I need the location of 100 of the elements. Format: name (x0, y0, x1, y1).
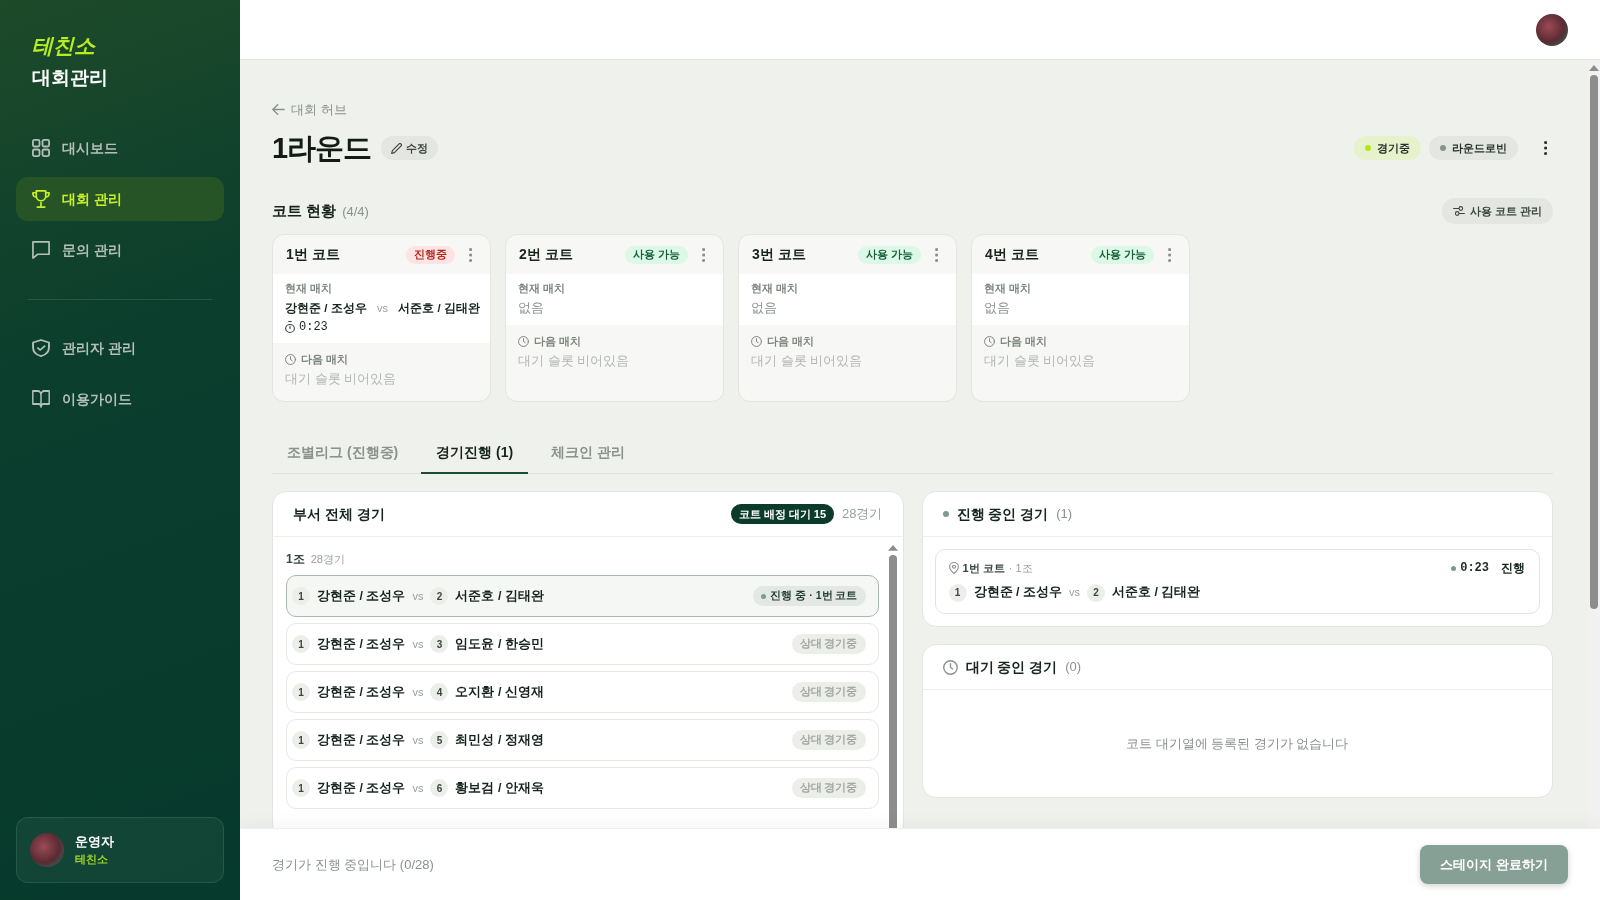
field-label: 현재 매치 (751, 281, 800, 296)
progress-status: 경기가 진행 중입니다 (0/28) (272, 855, 434, 874)
seed-number: 6 (430, 779, 449, 797)
panel-count: (0) (1065, 658, 1082, 677)
scroll-up-arrow-icon[interactable] (887, 545, 898, 551)
vs-label: vs (1068, 585, 1080, 601)
panel-title: 진행 중인 경기 (956, 504, 1049, 524)
seed-number: 1 (292, 731, 310, 749)
scroll-up-arrow-icon[interactable] (1589, 65, 1599, 71)
team-name: 서준호 / 김태완 (398, 301, 480, 316)
panel-count: (1) (1056, 505, 1073, 524)
nav-item[interactable]: 대회 관리 (16, 177, 224, 221)
clock-icon (751, 335, 762, 347)
scrollbar-thumb[interactable] (1590, 75, 1598, 609)
field-label: 현재 매치 (984, 281, 1033, 296)
court-card[interactable]: 2번 코트 사용 가능 현재 매치 없음 다음 매치 대기 슬롯 비어있음 (505, 234, 724, 402)
team-name: 오지환 / 신영재 (455, 683, 544, 701)
court-status-badge: 진행중 (405, 245, 455, 264)
team-name: 강현준 / 조성우 (317, 587, 406, 605)
nav-item[interactable]: 대시보드 (16, 126, 224, 170)
empty-value: 대기 슬롯 비어있음 (751, 352, 864, 370)
seed-number: 1 (292, 635, 310, 653)
section-count: (4/4) (342, 202, 369, 221)
team-name: 강현준 / 조성우 (285, 301, 367, 316)
field-label: 다음 매치 (534, 334, 582, 349)
scrollbar-thumb[interactable] (888, 554, 897, 828)
vs-label: vs (412, 684, 424, 700)
vs-label: vs (377, 301, 388, 316)
user-name: 운영자 (75, 833, 114, 851)
seed-number: 1 (948, 583, 967, 602)
team-name: 황보검 / 안재욱 (455, 779, 544, 797)
court-card[interactable]: 1번 코트 진행중 현재 매치 강현준 / 조성우 vs 서준호 / 김태완 0:23 다음 매치 대기 슬롯 비어있음 (272, 234, 491, 402)
court-name: 2번 코트 (519, 245, 573, 264)
team-name: 강현준 / 조성우 (317, 683, 406, 701)
seed-number: 4 (430, 683, 449, 701)
match-card[interactable]: 1번 코트 · 1조 0:23 진행 1 강현준 / 조성우 vs 2 서준호 / 김태완 (934, 549, 1540, 614)
sliders-icon (1452, 206, 1465, 216)
seed-number: 2 (430, 587, 449, 605)
status-label: 상대 경기중 (799, 780, 858, 796)
nav-item[interactable]: 이용가이드 (16, 377, 224, 421)
status-label: 라운드로빈 (1451, 140, 1507, 156)
more-options-icon[interactable] (1543, 141, 1547, 155)
match-row[interactable]: 1 강현준 / 조성우 vs 3 임도윤 / 한승민 상대 경기중 (286, 623, 879, 665)
location-pin-icon (948, 562, 959, 574)
queue-count-badge: 코트 배정 대기 15 (730, 504, 835, 524)
match-row[interactable]: 1 강현준 / 조성우 vs 4 오지환 / 신영재 상대 경기중 (286, 671, 879, 713)
team-name: 임도윤 / 한승민 (455, 635, 544, 653)
app-title: 대회관리 (32, 66, 108, 90)
court-card[interactable]: 4번 코트 사용 가능 현재 매치 없음 다음 매치 대기 슬롯 비어있음 (971, 234, 1190, 402)
edit-button[interactable]: 수정 (381, 136, 439, 160)
court-status-badge: 사용 가능 (1090, 245, 1154, 264)
court-status-badge: 사용 가능 (624, 245, 688, 264)
open-book-icon (32, 390, 50, 408)
vs-label: vs (412, 780, 424, 796)
user-organization: 테친소 (75, 852, 109, 867)
vs-label: vs (412, 636, 424, 652)
logo-text[interactable]: 테친소 (32, 33, 95, 59)
status-label: 상대 경기중 (799, 636, 858, 652)
pencil-icon (391, 142, 403, 154)
match-state: 진행 (1501, 560, 1525, 577)
match-timer: 0:23 (1460, 560, 1489, 577)
vs-label: vs (412, 588, 424, 604)
team-name: 강현준 / 조성우 (317, 779, 406, 797)
match-row[interactable]: 1 강현준 / 조성우 vs 6 황보검 / 안재욱 상대 경기중 (286, 767, 879, 809)
panel-title: 대기 중인 경기 (965, 657, 1058, 677)
seed-number: 1 (292, 683, 310, 701)
field-label: 다음 매치 (301, 352, 349, 367)
clock-icon (942, 659, 958, 675)
nav-item[interactable]: 문의 관리 (16, 228, 224, 272)
clock-icon (518, 335, 529, 347)
empty-message: 코트 대기열에 등록된 경기가 없습니다 (1126, 734, 1349, 753)
section-title: 코트 현황 (272, 200, 337, 221)
seed-number: 3 (430, 635, 449, 653)
shield-check-icon (32, 339, 50, 357)
clock-icon (285, 353, 296, 365)
empty-value: 없음 (984, 299, 1011, 317)
trophy-icon (32, 190, 50, 208)
group-count: 28경기 (310, 551, 345, 567)
team-name: 강현준 / 조성우 (317, 635, 406, 653)
avatar-image[interactable] (1536, 13, 1568, 46)
nav-item[interactable]: 관리자 관리 (16, 326, 224, 370)
panel-title: 부서 전체 경기 (293, 504, 385, 524)
tab[interactable]: 경기진행 (1) (421, 432, 529, 474)
court-name: 3번 코트 (752, 245, 806, 264)
grid-icon (32, 139, 50, 157)
match-count: 28경기 (842, 505, 883, 524)
field-label: 현재 매치 (518, 281, 567, 296)
stopwatch-icon (285, 321, 295, 333)
user-card[interactable]: 운영자 테친소 (16, 817, 224, 883)
match-row[interactable]: 1 강현준 / 조성우 vs 5 최민성 / 정재영 상대 경기중 (286, 719, 879, 761)
empty-value: 대기 슬롯 비어있음 (518, 352, 631, 370)
page-title: 1라운드 (272, 131, 372, 166)
back-arrow-icon (272, 104, 285, 115)
manage-courts-button[interactable]: 사용 코트 관리 (1441, 198, 1553, 224)
court-card[interactable]: 3번 코트 사용 가능 현재 매치 없음 다음 매치 대기 슬롯 비어있음 (738, 234, 957, 402)
field-label: 다음 매치 (1000, 334, 1048, 349)
vs-label: vs (412, 732, 424, 748)
court-name: 4번 코트 (985, 245, 1039, 264)
empty-value: 대기 슬롯 비어있음 (285, 370, 398, 388)
empty-value: 없음 (518, 299, 545, 317)
